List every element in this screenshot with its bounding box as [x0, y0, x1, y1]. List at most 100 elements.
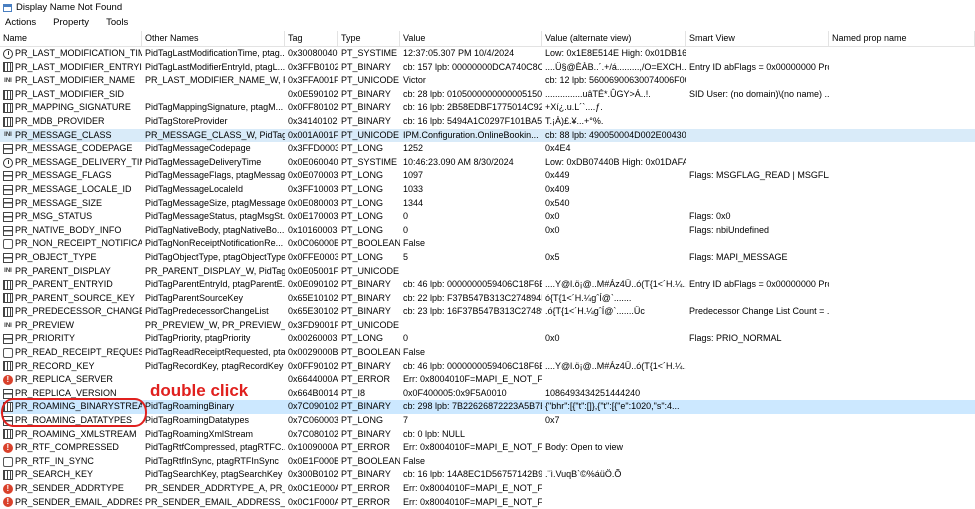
menu-property[interactable]: Property [53, 17, 89, 28]
cell-named-prop [829, 88, 975, 102]
table-row[interactable]: INI PR_MESSAGE_CLASS PR_MESSAGE_CLASS_W, P… [0, 128, 975, 143]
cell-tag: 0x0E070003 [288, 170, 338, 181]
table-row[interactable]: PR_ROAMING_XMLSTREAM PidTagRoamingXmlStre… [0, 428, 975, 442]
table-row[interactable]: PR_MSG_STATUS PidTagMessageStatus, ptagMs… [0, 210, 975, 224]
table-row[interactable]: PR_OBJECT_TYPE PidTagObjectType, ptagObje… [0, 251, 975, 265]
table-row[interactable]: PR_SENDER_EMAIL_ADDRESSPR_SENDER_EMAIL_A… [0, 496, 975, 509]
table-row[interactable]: PR_MESSAGE_FLAGS PidTagMessageFlags, ptag… [0, 169, 975, 183]
property-name: PR_LAST_MODIFIER_ENTRYID [15, 61, 142, 72]
cell-type: PT_UNICODE [341, 265, 400, 276]
table-row[interactable]: PR_PARENT_SOURCE_KEY PidTagParentSourceKe… [0, 292, 975, 306]
column-header-value[interactable]: Value [400, 31, 542, 46]
property-name: PR_MESSAGE_DELIVERY_TIME [15, 156, 142, 167]
column-header-row: Name Other Names Tag Type Value Value (a… [0, 31, 975, 47]
table-row[interactable]: PR_SENDER_ADDRTYPE PR_SENDER_ADDRTYPE_A, … [0, 482, 975, 496]
binary-icon [3, 103, 13, 114]
property-name: PR_PRIORITY [15, 333, 76, 344]
column-header-type[interactable]: Type [338, 31, 400, 46]
cell-tag: 0x3FD9001F [288, 319, 338, 330]
cell-name: PR_MESSAGE_DELIVERY_TIME [0, 156, 142, 170]
column-header-value-alt[interactable]: Value (alternate view) [542, 31, 686, 46]
cell-tag: 0x65E30102 [288, 306, 338, 317]
table-row[interactable]: PR_MESSAGE_LOCALE_ID PidTagMessageLocaleI… [0, 183, 975, 197]
cell-value: Err: 0x8004010F=MAPI_E_NOT_FO... [403, 374, 542, 385]
cell-named-prop [829, 468, 975, 482]
table-row[interactable]: INI PR_PREVIEW PR_PREVIEW_W, PR_PREVIEW_A 0… [0, 319, 975, 333]
binary-icon [3, 89, 13, 100]
property-name: PR_PARENT_SOURCE_KEY [15, 292, 135, 303]
number-icon [3, 225, 13, 236]
table-row[interactable]: PR_MESSAGE_SIZE PidTagMessageSize, ptagMe… [0, 197, 975, 211]
cell-type: PT_LONG [341, 251, 384, 262]
cell-value-alt [542, 265, 686, 279]
table-row[interactable]: PR_LAST_MODIFICATION_TIME PidTagLastModif… [0, 47, 975, 61]
cell-value: 1097 [403, 170, 424, 181]
table-row[interactable]: PR_LAST_MODIFIER_SID 0x0E590102 PT_BINARY c… [0, 88, 975, 102]
property-name: PR_MESSAGE_SIZE [15, 197, 103, 208]
cell-value-alt: 0x5 [545, 251, 560, 262]
property-name: PR_RTF_IN_SYNC [15, 455, 94, 466]
column-header-smart-view[interactable]: Smart View [686, 31, 829, 46]
property-name: PR_ROAMING_XMLSTREAM [15, 428, 137, 439]
table-row[interactable]: PR_READ_RECEIPT_REQUESTEDPidTagReadRecei… [0, 346, 975, 360]
table-row[interactable]: INI PR_PARENT_DISPLAY PR_PARENT_DISPLAY_W,… [0, 265, 975, 279]
cell-value-alt: Body: Open to view [545, 442, 624, 453]
cell-other-names: PR_PREVIEW_W, PR_PREVIEW_A [145, 319, 285, 330]
cell-name: INI PR_LAST_MODIFIER_NAME [0, 74, 142, 88]
cell-other-names: PR_SENDER_EMAIL_ADDRESS_A... [145, 496, 285, 507]
table-row[interactable]: PR_RTF_IN_SYNC PidTagRtfInSync, ptagRTFIn… [0, 455, 975, 469]
table-row[interactable]: PR_MDB_PROVIDER PidTagStoreProvider 0x3414… [0, 115, 975, 129]
cell-smart-view: Flags: PRIO_NORMAL [689, 333, 782, 344]
table-row[interactable]: PR_REPLICA_SERVER 0x6644000APT_ERROR Err: … [0, 373, 975, 387]
column-header-named-prop[interactable]: Named prop name [829, 31, 975, 46]
table-row[interactable]: PR_PARENT_ENTRYID PidTagParentEntryId, pt… [0, 278, 975, 292]
cell-named-prop [829, 305, 975, 319]
cell-tag: 0x664B0014 [288, 387, 338, 398]
table-row[interactable]: PR_NON_RECEIPT_NOTIFICATI...PidTagNonRec… [0, 237, 975, 251]
cell-value: 0 [403, 333, 409, 344]
cell-value-alt: T.¡À)£.¥...+°%. [545, 115, 604, 126]
cell-smart-view [686, 441, 829, 455]
table-row[interactable]: PR_SEARCH_KEY PidTagSearchKey, ptagSearch… [0, 468, 975, 482]
cell-name: PR_NATIVE_BODY_INFO [0, 224, 142, 238]
cell-named-prop [829, 278, 975, 292]
table-row[interactable]: PR_MESSAGE_CODEPAGE PidTagMessageCodepage… [0, 142, 975, 156]
column-header-name[interactable]: Name [0, 31, 142, 46]
cell-value-alt: 0x0 [545, 224, 560, 235]
property-name: PR_MESSAGE_LOCALE_ID [15, 183, 132, 194]
table-row[interactable]: PR_REPLICA_VERSION 0x664B0014 PT_I8 0x0F400… [0, 387, 975, 401]
table-row[interactable]: PR_MAPPING_SIGNATURE PidTagMappingSignatu… [0, 101, 975, 115]
cell-value-alt: ....Y@l.ö¡@..M#Áz4Ü..ó(T{1<´H.¼... [545, 360, 686, 371]
cell-smart-view [686, 400, 829, 414]
table-row[interactable]: PR_PREDECESSOR_CHANGE_LISTPidTagPredeces… [0, 305, 975, 319]
cell-other-names: PidTagMessageSize, ptagMessage... [145, 197, 285, 208]
table-row[interactable]: PR_RECORD_KEY PidTagRecordKey, ptagRecord… [0, 360, 975, 374]
cell-type: PT_LONG [341, 197, 384, 208]
cell-name: PR_LAST_MODIFICATION_TIME [0, 47, 142, 61]
error-icon [3, 441, 13, 455]
cell-value-alt [542, 482, 686, 496]
cell-other-names: PR_PARENT_DISPLAY_W, PidTagP... [145, 265, 285, 276]
column-header-tag[interactable]: Tag [285, 31, 338, 46]
cell-value: Victor [403, 75, 426, 86]
cell-named-prop [829, 319, 975, 333]
table-row[interactable]: PR_RTF_COMPRESSED PidTagRtfCompressed, pt… [0, 441, 975, 455]
menu-tools[interactable]: Tools [106, 17, 128, 28]
table-row[interactable]: INI PR_LAST_MODIFIER_NAME PR_LAST_MODIFIER… [0, 74, 975, 88]
table-row[interactable]: PR_MESSAGE_DELIVERY_TIME PidTagMessageDel… [0, 156, 975, 170]
table-row[interactable]: PR_LAST_MODIFIER_ENTRYID PidTagLastModifi… [0, 61, 975, 75]
boolean-icon [3, 456, 13, 467]
cell-name: PR_MSG_STATUS [0, 210, 142, 224]
cell-name: PR_ROAMING_XMLSTREAM [0, 428, 142, 442]
cell-value: False [403, 238, 426, 249]
cell-name: INI PR_MESSAGE_CLASS [0, 129, 142, 143]
column-header-other-names[interactable]: Other Names [142, 31, 285, 46]
cell-name: PR_PRIORITY [0, 332, 142, 346]
window-title: Display Name Not Found [16, 2, 123, 13]
cell-value [400, 319, 542, 333]
cell-smart-view: Entry ID abFlags = 0x00000000 Pro... [689, 61, 829, 72]
menu-actions[interactable]: Actions [5, 17, 36, 28]
table-row[interactable]: PR_NATIVE_BODY_INFO PidTagNativeBody, pta… [0, 224, 975, 238]
cell-smart-view: Flags: MAPI_MESSAGE [689, 251, 788, 262]
table-row[interactable]: PR_PRIORITY PidTagPriority, ptagPriority 0… [0, 332, 975, 346]
